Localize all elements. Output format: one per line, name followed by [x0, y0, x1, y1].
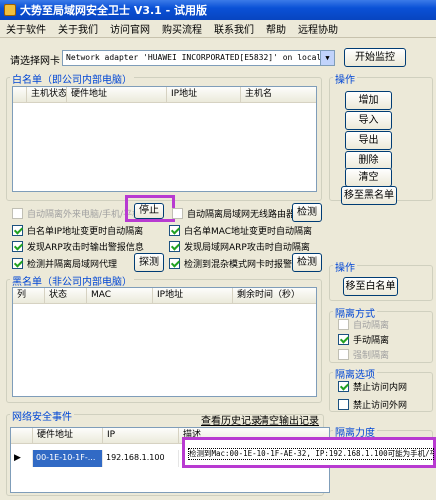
bl-col-status[interactable]: 状态: [45, 288, 87, 303]
menu-visit-site[interactable]: 访问官网: [104, 21, 156, 36]
force-isolation-label: 强制隔离: [353, 351, 390, 361]
block-intranet-option[interactable]: 禁止访问内网: [338, 380, 407, 393]
ev-col-marker: [11, 428, 33, 443]
blacklist-header: 列 状态 MAC IP地址 剩余时间（秒）: [13, 288, 316, 304]
blacklist-title: 黑名单（非公司内部电脑）: [10, 273, 134, 288]
detect-proxy-option[interactable]: 检测并隔离局域网代理: [12, 257, 117, 270]
menu-contact[interactable]: 联系我们: [208, 21, 260, 36]
bl-col-ip[interactable]: IP地址: [153, 288, 233, 303]
export-button[interactable]: 导出: [345, 131, 392, 150]
view-history-link[interactable]: 查看历史记录: [201, 412, 261, 427]
chevron-down-icon[interactable]: ▼: [320, 51, 334, 65]
adapter-select[interactable]: Network adapter 'HUAWEI INCORPORATED[E58…: [62, 50, 335, 66]
detect-proxy-label: 检测并隔离局域网代理: [27, 260, 118, 270]
auto-isolate-external-option[interactable]: 自动隔离外来电脑/手机/平板: [12, 207, 141, 220]
arp-alarm-checkbox[interactable]: [12, 241, 23, 252]
arp-isolate-label: 发现局域网ARP攻击时自动隔离: [184, 243, 310, 253]
detect-promiscuous-option[interactable]: 检测到混杂模式网卡时报警: [169, 257, 292, 270]
row-mac: 00-1E-10-1F-...: [33, 450, 103, 467]
col-host-status[interactable]: 主机状态: [27, 87, 67, 102]
bl-col-remaining[interactable]: 剩余时间（秒）: [233, 288, 316, 303]
title-bar: 大势至局域网安全卫士 V3.1 - 试用版: [0, 0, 436, 20]
ev-col-mac[interactable]: 硬件地址: [33, 428, 103, 443]
start-monitor-button[interactable]: 开始监控: [344, 48, 406, 67]
detect-promiscuous-label: 检测到混杂模式网卡时报警: [184, 260, 293, 270]
menu-help[interactable]: 帮助: [260, 21, 292, 36]
blacklist-table[interactable]: 列 状态 MAC IP地址 剩余时间（秒）: [12, 287, 317, 397]
whitelist-table[interactable]: 主机状态 硬件地址 IP地址 主机名: [12, 86, 317, 192]
row-pointer-icon: ▶: [11, 450, 33, 467]
move-to-blacklist-button[interactable]: 移至黑名单: [341, 186, 397, 205]
wl-ip-change-option[interactable]: 白名单IP地址变更时自动隔离: [12, 224, 143, 237]
events-title: 网络安全事件: [10, 408, 74, 423]
probe-button[interactable]: 探测: [134, 253, 164, 272]
operations-title: 操作: [333, 71, 357, 86]
force-isolation-option[interactable]: 强制隔离: [338, 348, 389, 361]
arp-isolate-checkbox[interactable]: [169, 241, 180, 252]
manual-isolation-label: 手动隔离: [353, 336, 390, 346]
menu-remote-assist[interactable]: 远程协助: [292, 21, 344, 36]
whitelist-header: 主机状态 硬件地址 IP地址 主机名: [13, 87, 316, 103]
arp-alarm-label: 发现ARP攻击时输出警报信息: [27, 243, 144, 253]
add-button[interactable]: 增加: [345, 91, 392, 110]
menu-bar: 关于软件 关于我们 访问官网 购买流程 联系我们 帮助 远程协助: [0, 20, 436, 38]
arp-alarm-option[interactable]: 发现ARP攻击时输出警报信息: [12, 240, 144, 253]
arp-isolate-option[interactable]: 发现局域网ARP攻击时自动隔离: [169, 240, 310, 253]
auto-isolate-external-label: 自动隔离外来电脑/手机/平板: [27, 210, 142, 220]
menu-about-us[interactable]: 关于我们: [52, 21, 104, 36]
clear-button[interactable]: 清空: [345, 168, 392, 187]
event-description: 检测到Mac:00-1E-10-1F-AE-32, IP:192.168.1.1…: [188, 448, 434, 460]
detect-proxy-checkbox[interactable]: [12, 258, 23, 269]
menu-purchase[interactable]: 购买流程: [156, 21, 208, 36]
wl-ip-change-checkbox[interactable]: [12, 225, 23, 236]
move-to-whitelist-button[interactable]: 移至白名单: [343, 277, 398, 296]
bl-col-mac[interactable]: MAC: [87, 288, 153, 303]
detect-router-button[interactable]: 检测: [292, 203, 322, 222]
wl-mac-change-checkbox[interactable]: [169, 225, 180, 236]
auto-isolate-router-checkbox[interactable]: [172, 208, 183, 219]
auto-isolation-checkbox[interactable]: [338, 319, 349, 330]
block-intranet-label: 禁止访问内网: [353, 383, 408, 393]
col-hostname[interactable]: 主机名: [241, 87, 316, 102]
row-ip: 192.168.1.100: [103, 450, 179, 467]
auto-isolate-external-checkbox[interactable]: [12, 208, 23, 219]
block-intranet-checkbox[interactable]: [338, 381, 349, 392]
whitelist-title: 白名单（即公司内部电脑）: [10, 71, 134, 86]
block-internet-option[interactable]: 禁止访问外网: [338, 398, 407, 411]
ev-col-ip[interactable]: IP: [103, 428, 179, 443]
isolation-options-title: 隔离选项: [333, 366, 377, 381]
col-ip[interactable]: IP地址: [167, 87, 241, 102]
bl-col-index[interactable]: 列: [13, 288, 45, 303]
detect-promiscuous-button[interactable]: 检测: [292, 253, 322, 272]
menu-about-software[interactable]: 关于软件: [0, 21, 52, 36]
wl-mac-change-label: 白名单MAC地址变更时自动隔离: [184, 227, 313, 237]
wl-mac-change-option[interactable]: 白名单MAC地址变更时自动隔离: [169, 224, 312, 237]
detect-promiscuous-checkbox[interactable]: [169, 258, 180, 269]
auto-isolate-router-option[interactable]: 自动隔离局域网无线路由器: [172, 207, 295, 220]
manual-isolation-option[interactable]: 手动隔离: [338, 333, 389, 346]
auto-isolation-option[interactable]: 自动隔离: [338, 318, 389, 331]
block-internet-checkbox[interactable]: [338, 399, 349, 410]
window-title: 大势至局域网安全卫士 V3.1 - 试用版: [20, 4, 208, 17]
adapter-label: 请选择网卡: [10, 56, 60, 67]
auto-isolate-router-label: 自动隔离局域网无线路由器: [187, 210, 296, 220]
clear-output-link[interactable]: 清空输出记录: [259, 412, 319, 427]
manual-isolation-checkbox[interactable]: [338, 334, 349, 345]
col-select: [13, 87, 27, 102]
app-icon: [4, 4, 16, 16]
force-isolation-checkbox[interactable]: [338, 349, 349, 360]
block-internet-label: 禁止访问外网: [353, 401, 408, 411]
operations2-title: 操作: [333, 259, 357, 274]
auto-isolation-label: 自动隔离: [353, 321, 390, 331]
import-button[interactable]: 导入: [345, 111, 392, 130]
col-mac[interactable]: 硬件地址: [67, 87, 167, 102]
stop-button[interactable]: 停止: [134, 203, 164, 219]
wl-ip-change-label: 白名单IP地址变更时自动隔离: [27, 227, 144, 237]
adapter-select-value: Network adapter 'HUAWEI INCORPORATED[E58…: [66, 53, 335, 62]
